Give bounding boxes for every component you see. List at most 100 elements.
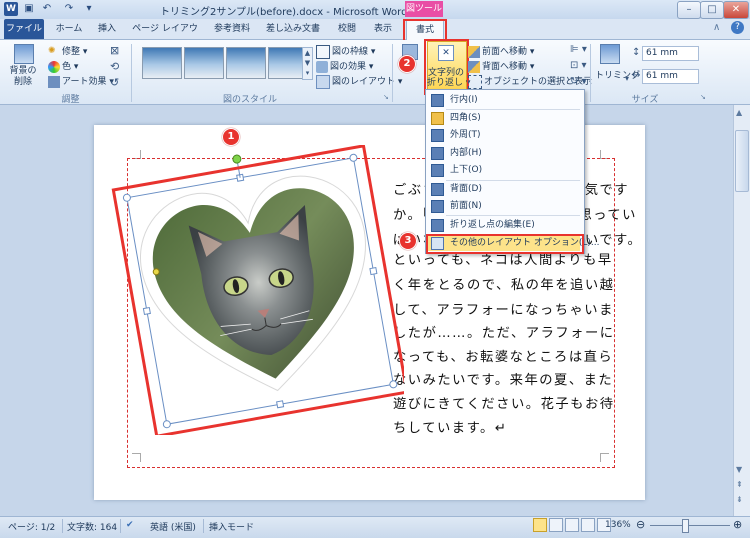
language-indicator[interactable]: 英語 (米国): [150, 520, 196, 533]
tab-review[interactable]: 校閲: [333, 19, 361, 39]
customize-qat-icon[interactable]: ▾: [82, 2, 96, 16]
group-divider: [131, 44, 132, 102]
align-icon[interactable]: ⊫ ▾: [570, 44, 587, 55]
picture-effects-button[interactable]: 図の効果 ▾: [316, 59, 373, 73]
zoom-slider-thumb[interactable]: [682, 519, 689, 533]
zoom-out-icon[interactable]: ⊖: [636, 518, 645, 531]
bring-forward-icon: [468, 45, 480, 58]
menu-item-tight[interactable]: 外周(T): [428, 127, 580, 143]
minimize-ribbon-icon[interactable]: ∧: [713, 22, 720, 33]
tab-page-layout[interactable]: ページ レイアウト: [130, 19, 200, 54]
proofing-icon[interactable]: ✔: [126, 520, 134, 530]
zoom-in-icon[interactable]: ⊕: [733, 518, 742, 531]
picture-style-thumb-1[interactable]: [142, 47, 182, 79]
word-count[interactable]: 文字数: 164: [67, 520, 117, 533]
tab-mailings[interactable]: 差し込み文書: [262, 19, 324, 39]
callout-3: 3: [399, 232, 417, 250]
corrections-button[interactable]: ✺ 修整 ▾: [48, 44, 87, 58]
status-divider: [203, 519, 204, 533]
picture-style-thumb-3[interactable]: [226, 47, 266, 79]
crop-dropdown-icon[interactable]: ▾: [625, 74, 629, 83]
save-icon[interactable]: ▣: [22, 2, 36, 16]
menu-item-behind-text[interactable]: 背面(D): [428, 181, 580, 197]
dialog-launcher-icon[interactable]: ↘: [383, 93, 389, 101]
top-bottom-wrap-icon: [431, 164, 444, 177]
in-front-text-icon: [431, 200, 444, 213]
tab-insert[interactable]: 挿入: [92, 19, 122, 39]
bring-forward-button[interactable]: 前面へ移動 ▾: [468, 44, 534, 58]
rotate-icon[interactable]: ↻ ▾: [570, 76, 587, 87]
insert-mode-indicator[interactable]: 挿入モード: [209, 520, 254, 533]
menu-item-edit-wrap-points[interactable]: 折り返し点の編集(E): [428, 217, 580, 233]
callout-1: 1: [222, 128, 240, 146]
ruler-toggle[interactable]: [733, 107, 749, 108]
body-line-5: く年をとるので、私の年を追い越: [393, 278, 615, 293]
remove-background-icon[interactable]: [14, 44, 34, 64]
remove-background-button[interactable]: 背景の 削除: [6, 66, 40, 88]
full-screen-view-icon[interactable]: [549, 518, 563, 532]
through-wrap-icon: [431, 147, 444, 160]
change-picture-icon[interactable]: ⟲: [110, 60, 119, 73]
picture-border-button[interactable]: 図の枠線 ▾: [316, 44, 375, 59]
menu-item-through[interactable]: 内部(H): [428, 145, 580, 161]
menu-item-square[interactable]: 四角(S): [428, 110, 580, 126]
size-group-label: サイズ: [631, 95, 659, 105]
sun-icon: ✺: [48, 45, 56, 56]
outline-view-icon[interactable]: [581, 518, 595, 532]
heart-cat-picture[interactable]: [104, 145, 404, 435]
body-line-6: して、アラフォーになっちゃいま: [393, 303, 614, 318]
minimize-button[interactable]: –: [677, 1, 701, 19]
word-app-icon[interactable]: W: [4, 2, 18, 16]
window-title: トリミング2サンプル(before).docx - Microsoft Word: [160, 7, 408, 18]
size-dialog-launcher-icon[interactable]: ↘: [700, 93, 706, 101]
status-divider: [120, 519, 121, 533]
prev-page-icon[interactable]: ⇞: [736, 480, 743, 489]
tight-wrap-icon: [431, 129, 444, 142]
menu-item-in-front-of-text[interactable]: 前面(N): [428, 198, 580, 214]
scroll-up-icon[interactable]: ▲: [736, 108, 742, 117]
picture-effects-icon: [316, 60, 328, 73]
group-divider: [392, 44, 393, 102]
picture-layout-button[interactable]: 図のレイアウト ▾: [316, 74, 402, 89]
compress-pictures-icon[interactable]: ⊠: [110, 44, 119, 57]
print-layout-view-icon[interactable]: [533, 518, 547, 532]
help-icon[interactable]: ?: [731, 21, 744, 34]
next-page-icon[interactable]: ⇟: [736, 495, 743, 504]
styles-gallery-scroll[interactable]: ▲ ▼ ▾: [302, 47, 313, 80]
artistic-effects-button[interactable]: アート効果 ▾: [48, 74, 114, 88]
picture-styles-group-label: 図のスタイル: [222, 95, 277, 105]
status-divider: [62, 519, 63, 533]
picture-style-thumb-2[interactable]: [184, 47, 224, 79]
close-button[interactable]: ✕: [723, 1, 749, 19]
tab-file[interactable]: ファイル: [4, 19, 44, 39]
adjust-handle[interactable]: [152, 268, 160, 276]
inline-wrap-icon: [431, 94, 444, 107]
menu-item-top-bottom[interactable]: 上下(O): [428, 162, 580, 178]
tab-references[interactable]: 参考資料: [208, 19, 256, 39]
zoom-slider-track[interactable]: [650, 525, 730, 526]
color-button[interactable]: 色 ▾: [48, 59, 78, 73]
redo-icon[interactable]: ↷: [62, 2, 76, 16]
crop-icon[interactable]: [600, 44, 620, 64]
color-wheel-icon: [48, 60, 60, 73]
scroll-down-icon[interactable]: ▼: [736, 465, 742, 474]
undo-icon[interactable]: ↶: [40, 2, 54, 16]
adjust-group-label: 調整: [61, 95, 80, 105]
rotate-handle[interactable]: [232, 154, 242, 164]
selection-pane-icon: [468, 74, 482, 89]
web-layout-view-icon[interactable]: [565, 518, 579, 532]
tab-view[interactable]: 表示: [369, 19, 397, 39]
maximize-button[interactable]: □: [700, 1, 724, 19]
group-objects-icon[interactable]: ⊡ ▾: [570, 60, 587, 71]
menu-item-inline[interactable]: 行内(I): [428, 92, 580, 108]
scroll-thumb[interactable]: [735, 130, 749, 192]
group-divider: [590, 44, 591, 102]
send-backward-button[interactable]: 背面へ移動 ▾: [468, 59, 534, 73]
zoom-level[interactable]: 136%: [605, 520, 631, 530]
reset-picture-icon[interactable]: ↺: [110, 76, 119, 89]
height-field[interactable]: 61 mm: [642, 46, 699, 61]
width-field[interactable]: 61 mm: [642, 69, 699, 84]
page-indicator[interactable]: ページ: 1/2: [8, 520, 55, 533]
tab-home[interactable]: ホーム: [52, 19, 86, 39]
body-line-11: ちしています。↵: [393, 421, 508, 436]
